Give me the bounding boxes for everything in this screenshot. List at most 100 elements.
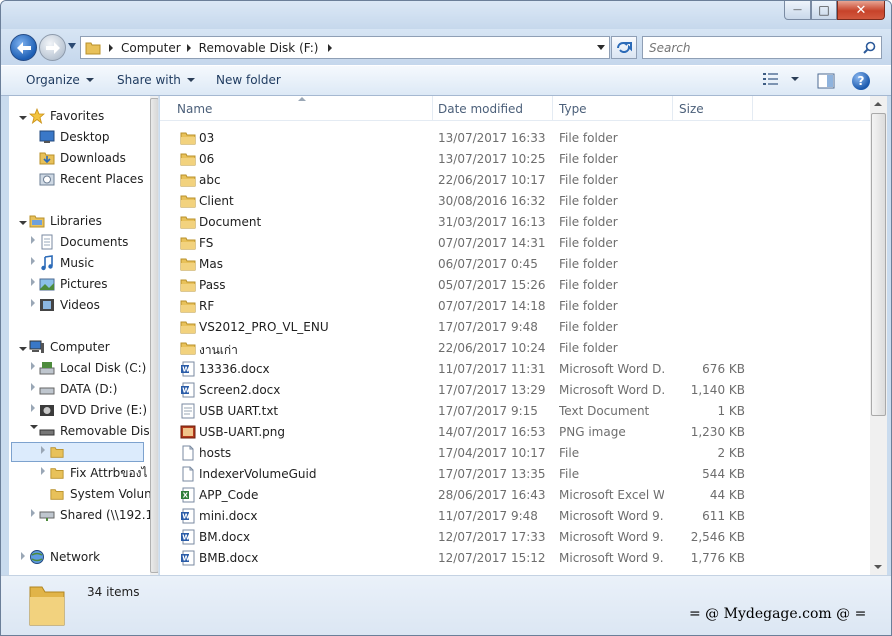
nav-selected-folder[interactable] [49, 442, 70, 462]
search-input[interactable] [643, 37, 853, 58]
minimize-button[interactable]: — [784, 1, 811, 20]
breadcrumb-removable-disk[interactable]: Removable Disk (F:) [199, 41, 325, 55]
nav-scrollbar[interactable] [150, 96, 158, 575]
expand-network-icon[interactable] [21, 552, 25, 560]
expand-fix-folder-icon[interactable] [41, 467, 45, 475]
column-divider[interactable] [672, 96, 673, 121]
nav-libraries[interactable]: Libraries [29, 211, 102, 231]
nav-system-volume-folder[interactable]: System Volun [49, 484, 152, 504]
file-list-scrollbar[interactable] [870, 96, 887, 575]
expand-selected-folder-icon[interactable] [41, 446, 45, 454]
new-folder-button[interactable]: New folder [216, 73, 281, 87]
file-row[interactable]: Wmini.docx 11/07/2017 9:48 Microsoft Word … [160, 506, 760, 527]
file-row[interactable]: IndexerVolumeGuid 17/07/2017 13:35 File 544… [160, 464, 760, 485]
collapse-libraries-icon[interactable] [19, 221, 27, 225]
expand-pictures-icon[interactable] [31, 278, 35, 286]
expand-documents-icon[interactable] [31, 236, 35, 244]
collapse-favorites-icon[interactable] [19, 116, 27, 120]
column-divider[interactable] [552, 96, 553, 121]
nav-music[interactable]: Music [39, 253, 94, 273]
file-row[interactable]: RF 07/07/2017 14:18 File folder [160, 296, 760, 317]
breadcrumb-separator-icon[interactable] [328, 43, 333, 52]
nav-dvd-drive[interactable]: DVD Drive (E:) X [39, 400, 158, 420]
nav-shared-drive[interactable]: Shared (\\192.1( [39, 505, 158, 525]
expand-local-disk-icon[interactable] [31, 362, 35, 370]
preview-pane-icon[interactable] [815, 72, 837, 90]
nav-documents[interactable]: Documents [39, 232, 128, 252]
nav-computer[interactable]: Computer [29, 337, 110, 357]
maximize-button[interactable]: □ [811, 1, 837, 20]
file-row[interactable]: Client 30/08/2016 16:32 File folder [160, 191, 760, 212]
nav-fix-attrib-folder[interactable]: Fix Attrbของไ [49, 463, 148, 483]
close-button[interactable]: ✕ [837, 1, 885, 20]
column-divider[interactable] [432, 96, 433, 121]
file-row[interactable]: Pass 05/07/2017 15:26 File folder [160, 275, 760, 296]
file-type: File folder [559, 278, 618, 292]
nav-favorites[interactable]: Favorites [29, 106, 104, 126]
expand-data-disk-icon[interactable] [31, 383, 35, 391]
search-icon[interactable] [863, 41, 876, 54]
nav-data-d[interactable]: DATA (D:) [39, 379, 117, 399]
file-row[interactable]: 03 13/07/2017 16:33 File folder [160, 128, 760, 149]
address-history-dropdown-icon[interactable] [597, 45, 605, 50]
file-row[interactable]: 06 13/07/2017 10:25 File folder [160, 149, 760, 170]
nav-videos[interactable]: Videos [39, 295, 100, 315]
file-date-modified: 30/08/2016 16:32 [438, 194, 546, 208]
file-name: APP_Code [199, 488, 259, 502]
file-row[interactable]: FS 07/07/2017 14:31 File folder [160, 233, 760, 254]
chevron-down-icon[interactable] [791, 77, 799, 81]
file-row[interactable]: W BMB.docx 12/07/2017 15:12 Microsoft Word … [160, 548, 760, 569]
folder-icon [180, 214, 196, 230]
address-bar[interactable]: Computer Removable Disk (F:) [80, 36, 610, 59]
scroll-down-icon[interactable] [874, 565, 882, 569]
breadcrumb-computer[interactable]: Computer [121, 41, 187, 55]
expand-videos-icon[interactable] [31, 299, 35, 307]
breadcrumb-separator-icon[interactable] [186, 43, 191, 52]
title-bar[interactable]: — □ ✕ [1, 1, 891, 29]
file-row[interactable]: W 13336.docx 11/07/2017 11:31 Microsoft Wor… [160, 359, 760, 380]
expand-dvd-icon[interactable] [31, 404, 35, 412]
search-box[interactable] [642, 36, 882, 59]
file-type: File folder [559, 194, 618, 208]
collapse-removable-disk-icon[interactable] [30, 425, 38, 429]
expand-shared-icon[interactable] [31, 509, 35, 517]
refresh-button[interactable] [611, 36, 637, 59]
file-row[interactable]: Document 31/03/2017 16:13 File folder [160, 212, 760, 233]
nav-removable-disk[interactable]: Removable Disk [39, 421, 157, 441]
file-row[interactable]: USB UART.txt 17/07/2017 9:15 Text Document… [160, 401, 760, 422]
column-divider[interactable] [752, 96, 753, 121]
expand-music-icon[interactable] [31, 257, 35, 265]
file-row[interactable]: hosts 17/04/2017 10:17 File 2 KB [160, 443, 760, 464]
nav-scroll-thumb[interactable] [150, 98, 158, 573]
nav-desktop[interactable]: Desktop [39, 127, 110, 147]
nav-local-disk-c[interactable]: Local Disk (C:) [39, 358, 146, 378]
file-row[interactable]: USB-UART.png 14/07/2017 16:53 PNG image 1,2… [160, 422, 760, 443]
breadcrumb-separator-icon[interactable] [109, 43, 113, 52]
forward-button[interactable] [39, 34, 66, 61]
file-row[interactable]: W BM.docx 12/07/2017 17:33 Microsoft Word 9… [160, 527, 760, 548]
share-with-menu[interactable]: Share with [117, 73, 195, 87]
file-row[interactable]: W Screen2.docx 17/07/2017 13:29 Microsoft W… [160, 380, 760, 401]
file-row[interactable]: VS2012_PRO_VL_ENU 17/07/2017 9:48 File fol… [160, 317, 760, 338]
nav-recent-places[interactable]: Recent Places [39, 169, 143, 189]
scroll-up-icon[interactable] [874, 102, 882, 106]
column-type[interactable]: Type [559, 102, 587, 116]
organize-menu[interactable]: Organize [26, 73, 94, 87]
nav-downloads[interactable]: Downloads [39, 148, 126, 168]
column-date-modified[interactable]: Date modified [438, 102, 523, 116]
nav-pictures[interactable]: Pictures [39, 274, 108, 294]
back-button[interactable] [10, 34, 37, 61]
help-icon[interactable]: ? [852, 72, 870, 90]
file-name: งานเก่า [199, 343, 238, 357]
column-name[interactable]: Name [177, 102, 212, 116]
file-row[interactable]: abc 22/06/2017 10:17 File folder [160, 170, 760, 191]
file-row[interactable]: X APP_Code 28/06/2017 16:43 Microsoft Excel… [160, 485, 760, 506]
file-row[interactable]: Mas 06/07/2017 0:45 File folder [160, 254, 760, 275]
collapse-computer-icon[interactable] [19, 347, 27, 351]
file-row[interactable]: งานเก่า 22/06/2017 10:24 File folder [160, 338, 760, 359]
recent-pages-icon[interactable] [68, 43, 76, 49]
column-size[interactable]: Size [679, 102, 704, 116]
change-view-button[interactable] [763, 72, 799, 86]
nav-network[interactable]: Network [29, 547, 100, 567]
file-scroll-thumb[interactable] [871, 113, 886, 416]
